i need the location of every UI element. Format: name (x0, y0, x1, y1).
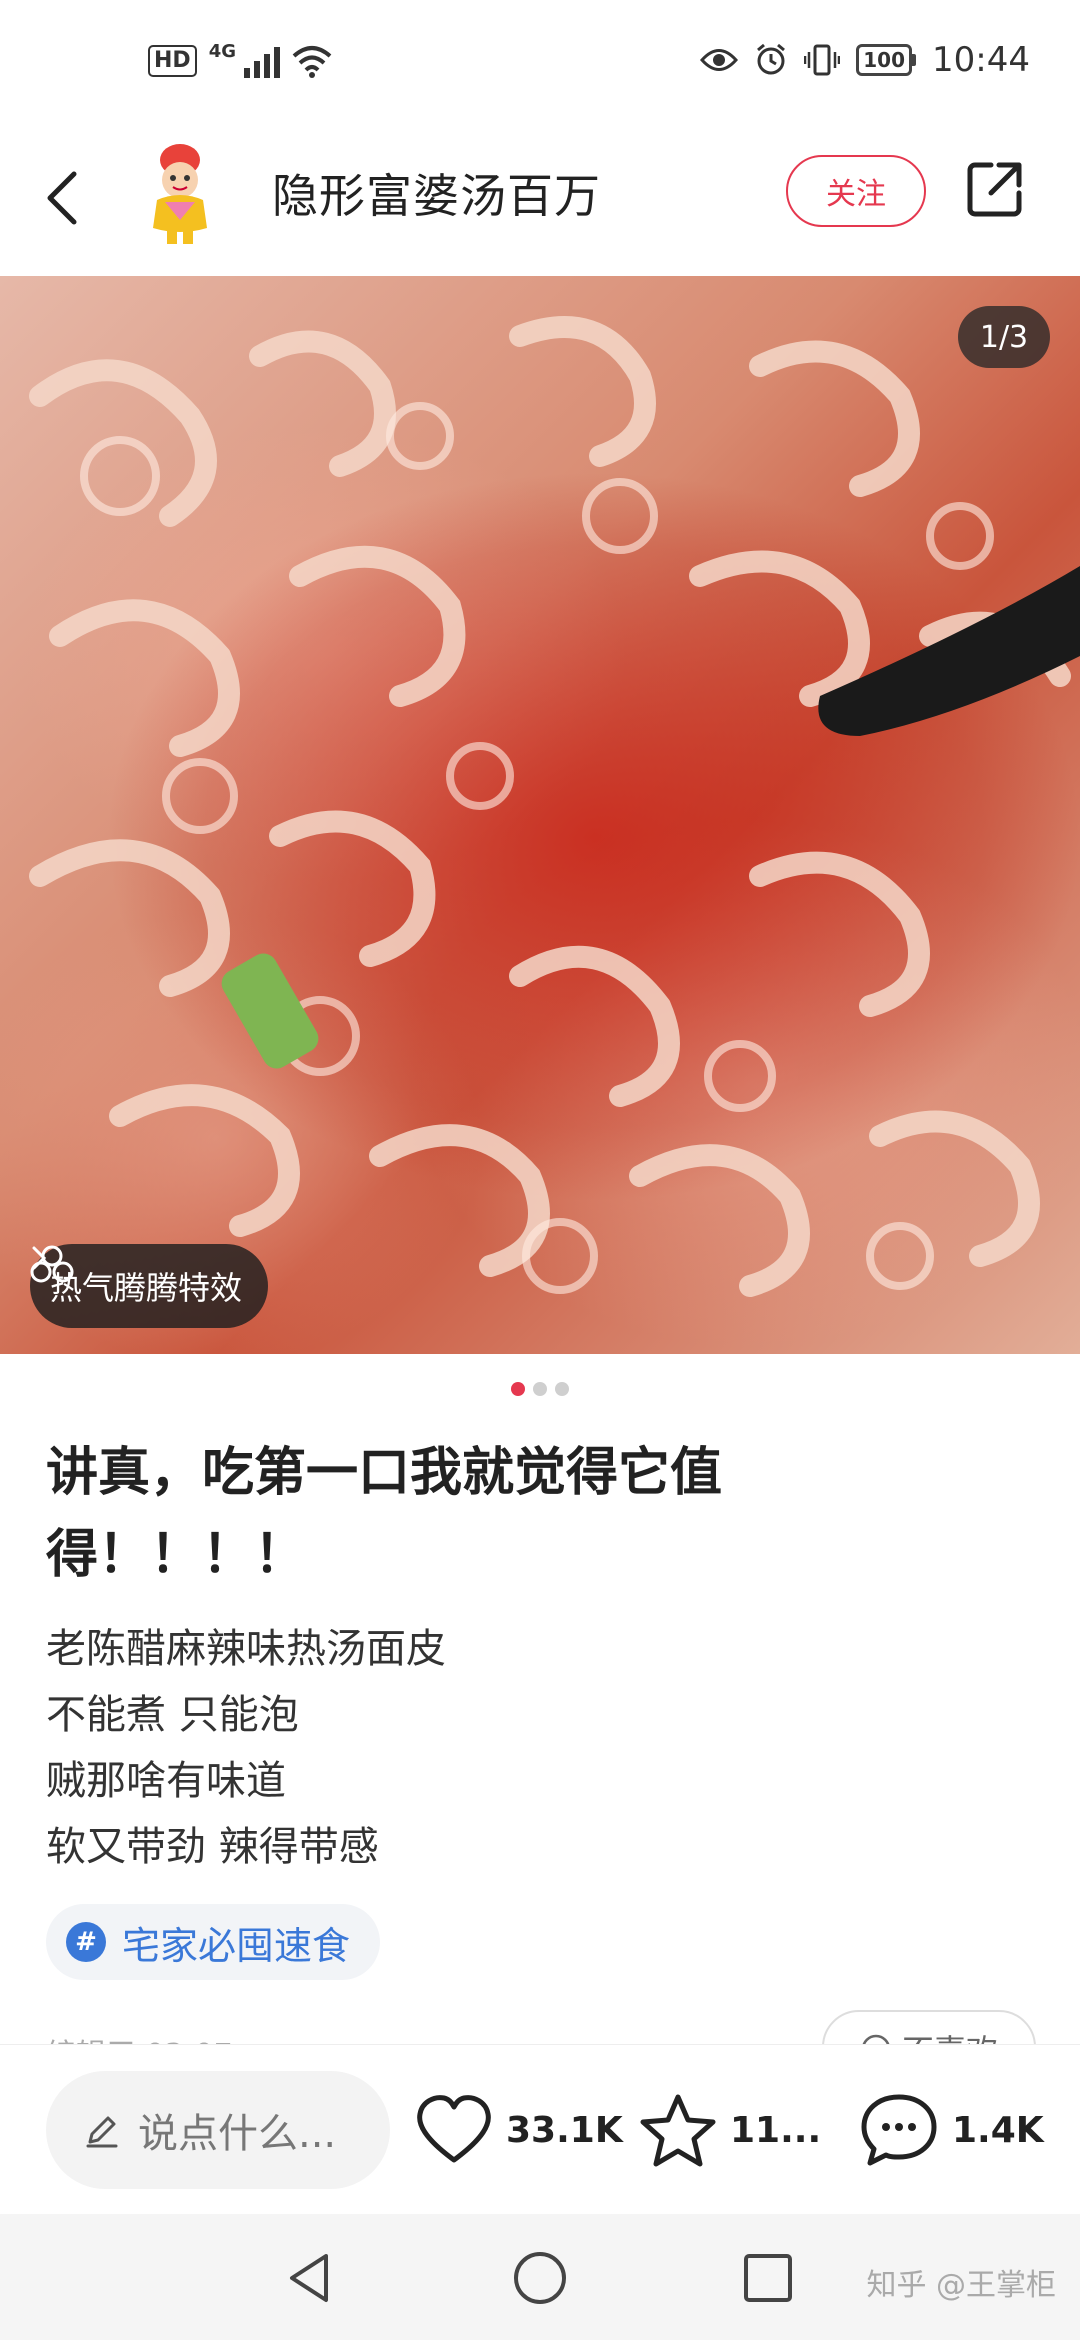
battery-level: 100 (856, 44, 913, 76)
avatar-icon (153, 144, 207, 244)
watermark: 知乎 @王掌柜 (866, 2268, 1056, 2303)
carousel-dot (511, 1382, 525, 1396)
like-count: 33.1K (506, 2109, 623, 2151)
post-header: 隐形富婆汤百万 关注 (0, 130, 1080, 276)
effect-label: 热气腾腾特效 (50, 1269, 243, 1307)
hashtag-icon: # (66, 1922, 106, 1962)
network-type: 4G (208, 40, 236, 62)
action-bar: 说点什么... 33.1K 11... 1.4K (0, 2044, 1080, 2215)
signal-icon (244, 44, 280, 78)
eye-icon (700, 49, 739, 71)
battery-icon: 100 (856, 44, 917, 76)
author-name[interactable]: 隐形富婆汤百万 (272, 160, 601, 226)
star-icon (640, 2094, 716, 2167)
body-line: 不能煮 只能泡 (46, 1692, 299, 1738)
status-bar: HD 4G 100 10:44 (0, 0, 1080, 130)
noodle-photo-texture (29, 316, 1080, 1297)
image-counter: 1/3 (958, 306, 1050, 368)
post-image-carousel[interactable]: 1/3 热气腾腾特效 (0, 276, 1080, 1354)
comment-input[interactable]: 说点什么... (46, 2071, 390, 2189)
nav-recents-button[interactable] (732, 2242, 804, 2314)
effect-chip[interactable]: 热气腾腾特效 (30, 1244, 269, 1328)
heart-icon (417, 2095, 491, 2163)
comment-button[interactable]: 1.4K (858, 2085, 1044, 2175)
carousel-dot (555, 1382, 569, 1396)
carousel-dot (533, 1382, 547, 1396)
system-nav-bar: 知乎 @王掌柜 (0, 2214, 1080, 2340)
post-title: 讲真，吃第一口我就觉得它值得！！！！ (46, 1443, 723, 1585)
square-recents-icon (744, 2254, 792, 2302)
body-line: 贼那啥有味道 (46, 1758, 286, 1804)
circle-home-icon (514, 2252, 566, 2304)
favorite-button[interactable]: 11... (638, 2085, 821, 2175)
favorite-count: 11... (730, 2109, 822, 2151)
comment-icon (861, 2094, 937, 2166)
topic-tag[interactable]: # 宅家必囤速食 (46, 1904, 381, 1980)
nav-home-button[interactable] (504, 2242, 576, 2314)
scallion (221, 953, 319, 1069)
post-body: 老陈醋麻辣味热汤面皮 不能煮 只能泡 贼那啥有味道 软又带劲 辣得带感 (46, 1616, 446, 1880)
status-left: HD 4G (148, 40, 332, 78)
back-arrow-icon (47, 171, 77, 225)
vibrate-icon (804, 44, 841, 76)
wifi-icon (292, 46, 332, 78)
comment-placeholder: 说点什么... (138, 2111, 337, 2157)
hd-indicator: HD (148, 45, 197, 77)
avatar[interactable] (135, 140, 225, 250)
like-button[interactable]: 33.1K (414, 2085, 623, 2175)
follow-button[interactable]: 关注 (786, 155, 926, 227)
nav-back-button[interactable] (274, 2242, 346, 2314)
status-right: 100 10:44 (700, 40, 1030, 80)
carousel-dots (0, 1382, 1080, 1396)
alarm-icon (757, 43, 786, 75)
back-button[interactable] (30, 158, 94, 238)
body-line: 老陈醋麻辣味热汤面皮 (46, 1626, 446, 1672)
comment-count: 1.4K (952, 2109, 1044, 2151)
triangle-back-icon (290, 2254, 328, 2302)
pencil-icon (86, 2116, 118, 2148)
share-button[interactable] (960, 154, 1030, 224)
topic-label: 宅家必囤速食 (122, 1923, 351, 1968)
share-icon (967, 162, 1022, 217)
clock: 10:44 (932, 40, 1030, 80)
chevron-right-icon (32, 1246, 47, 1270)
body-line: 软又带劲 辣得带感 (46, 1824, 379, 1870)
